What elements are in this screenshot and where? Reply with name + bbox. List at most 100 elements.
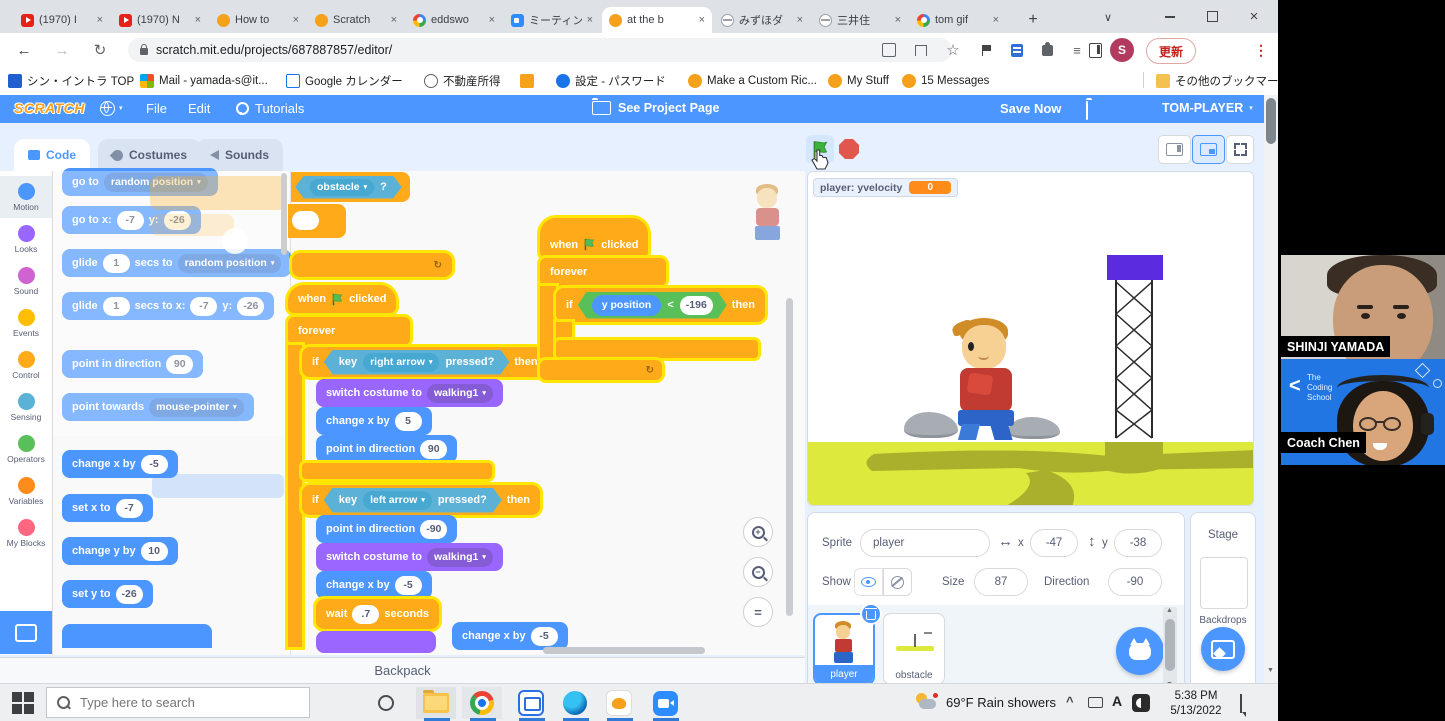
category-events[interactable]: Events xyxy=(0,302,52,344)
category-myblocks[interactable]: My Blocks xyxy=(0,512,52,554)
sprite-name-input[interactable]: player xyxy=(860,529,990,557)
bookmark-star-icon[interactable]: ☆ xyxy=(944,41,962,59)
tab-close-icon[interactable]: × xyxy=(97,14,103,26)
browser-tab-4[interactable]: Scratch× xyxy=(308,7,404,33)
palette-sety-block[interactable]: set y to-26 xyxy=(62,580,153,608)
cortana-button[interactable] xyxy=(376,693,396,713)
tab-code[interactable]: Code xyxy=(14,139,90,171)
start-button[interactable] xyxy=(8,691,38,715)
tab-close-icon[interactable]: × xyxy=(993,14,999,26)
palette-gotoxy-block[interactable]: go to x:-7y:-26 xyxy=(62,206,201,234)
file-explorer-icon[interactable] xyxy=(419,688,453,718)
add-backdrop-button[interactable] xyxy=(1201,627,1245,671)
sprite-list-scrollbar[interactable]: ▲ ▼ xyxy=(1163,607,1177,693)
tray-chevron-icon[interactable]: ^ xyxy=(1066,694,1074,709)
browser-tab-10[interactable]: tom gif× xyxy=(910,7,1006,33)
stop-button[interactable] xyxy=(839,139,859,159)
palette-changey-block[interactable]: change y by10 xyxy=(62,537,178,565)
backpack-bar[interactable]: Backpack xyxy=(0,657,805,683)
switch-costume-block[interactable]: switch costume towalking1▾ xyxy=(316,543,503,571)
url-omnibox[interactable]: scratch.mit.edu/projects/687887857/edito… xyxy=(128,38,952,62)
video-tile-student[interactable]: SHINJI YAMADA xyxy=(1281,255,1445,359)
script-partial-block[interactable] xyxy=(288,204,346,238)
tab-close-icon[interactable]: × xyxy=(293,14,299,26)
y-input[interactable]: -38 xyxy=(1114,529,1162,557)
save-now-button[interactable]: Save Now xyxy=(1000,101,1061,116)
window-maximize-button[interactable] xyxy=(1192,0,1232,33)
translate-icon[interactable] xyxy=(880,41,898,59)
browser-tab-1[interactable]: (1970) I× xyxy=(14,7,110,33)
point-direction-block[interactable]: point in direction90 xyxy=(316,435,457,463)
category-control[interactable]: Control xyxy=(0,344,52,386)
reading-list-icon[interactable] xyxy=(1008,41,1026,59)
back-button[interactable]: ← xyxy=(12,38,36,62)
other-bookmarks[interactable]: その他のブックマーク xyxy=(1156,71,1278,90)
when-flag-clicked-hat[interactable]: when clicked xyxy=(540,218,648,258)
category-operators[interactable]: Operators xyxy=(0,428,52,470)
sprite-card-obstacle[interactable]: obstacle xyxy=(883,613,945,685)
edit-menu[interactable]: Edit xyxy=(188,101,210,116)
page-scrollbar[interactable]: ▼ xyxy=(1264,95,1278,683)
zoom-app-icon[interactable] xyxy=(648,688,682,718)
browser-tab-5[interactable]: eddswo× xyxy=(406,7,502,33)
window-close-button[interactable]: × xyxy=(1234,0,1274,33)
bookmark-item[interactable]: シン・イントラ TOP xyxy=(8,71,134,90)
point-direction-block[interactable]: point in direction-90 xyxy=(316,515,457,543)
profile-avatar[interactable]: S xyxy=(1110,38,1134,62)
palette-goto-block[interactable]: go torandom position▾ xyxy=(62,168,218,196)
new-tab-button[interactable]: + xyxy=(1020,7,1046,33)
workspace-horizontal-scrollbar[interactable] xyxy=(543,647,705,654)
clock[interactable]: 5:38 PM 5/13/2022 xyxy=(1160,689,1232,719)
script-touching-obstacle[interactable]: obstacle▾? xyxy=(291,172,410,202)
browser-tab-8[interactable]: みずほダ× xyxy=(714,7,810,33)
workspace-vertical-scrollbar[interactable] xyxy=(786,298,793,616)
notification-icon[interactable] xyxy=(1240,695,1242,713)
loop-end-block[interactable]: ↻ xyxy=(292,253,452,277)
change-x-block[interactable]: change x by5 xyxy=(316,407,432,435)
palette-partial-block[interactable] xyxy=(62,624,212,648)
zoom-out-button[interactable]: − xyxy=(743,557,773,587)
forever-block[interactable]: forever xyxy=(540,258,666,286)
add-sprite-button[interactable] xyxy=(1116,627,1164,675)
tab-close-icon[interactable]: × xyxy=(895,14,901,26)
category-looks[interactable]: Looks xyxy=(0,218,52,260)
show-button[interactable] xyxy=(854,568,883,596)
touching-obstacle-boolean[interactable]: obstacle▾? xyxy=(295,176,402,199)
y-position-reporter[interactable]: y position xyxy=(592,295,662,316)
reload-button[interactable]: ↻ xyxy=(88,38,112,62)
scratch-app-icon[interactable] xyxy=(602,688,636,718)
taskbar-search[interactable] xyxy=(46,687,310,718)
zoom-reset-button[interactable]: = xyxy=(743,597,773,627)
scroll-up-icon[interactable]: ▲ xyxy=(1166,607,1173,614)
bookmark-item[interactable]: Mail - yamada-s@it... xyxy=(140,71,268,90)
bookmark-item[interactable] xyxy=(520,71,534,90)
bookmark-item[interactable]: 15 Messages xyxy=(902,71,989,90)
tab-close-icon[interactable]: × xyxy=(797,14,803,26)
backdrop-thumbnail[interactable] xyxy=(1200,557,1248,609)
forward-button[interactable]: → xyxy=(50,38,74,62)
media-list-icon[interactable]: ≡ xyxy=(1068,41,1086,59)
switch-costume-block[interactable]: switch costume towalking1▾ xyxy=(316,379,503,407)
forever-block[interactable]: forever xyxy=(288,317,410,345)
chrome-icon[interactable] xyxy=(465,688,499,718)
window-minimize-button[interactable] xyxy=(1150,0,1190,33)
tab-sounds[interactable]: Sounds xyxy=(196,139,283,171)
stage-selector-panel[interactable]: Stage Backdrops xyxy=(1190,512,1256,694)
language-globe-button[interactable]: ▾ xyxy=(100,101,123,116)
scroll-down-icon[interactable]: ▼ xyxy=(1267,667,1274,674)
category-sound[interactable]: Sound xyxy=(0,260,52,302)
x-input[interactable]: -47 xyxy=(1030,529,1078,557)
tab-close-icon[interactable]: × xyxy=(195,14,201,26)
direction-input[interactable]: -90 xyxy=(1108,568,1162,596)
share-icon[interactable] xyxy=(912,41,930,59)
ime-mode-icon[interactable] xyxy=(1132,694,1150,712)
detached-change-x-block[interactable]: change x by-5 xyxy=(452,622,568,650)
palette-changex-block[interactable]: change x by-5 xyxy=(62,450,178,478)
fullscreen-button[interactable] xyxy=(1226,135,1254,164)
tab-close-icon[interactable]: × xyxy=(699,14,705,26)
tab-costumes[interactable]: Costumes xyxy=(98,139,201,171)
if-key-right-block[interactable]: if keyright arrow▾pressed? then xyxy=(302,347,548,377)
when-flag-clicked-hat[interactable]: when clicked xyxy=(288,285,396,313)
bookmark-item[interactable]: Make a Custom Ric... xyxy=(688,71,817,90)
search-input[interactable] xyxy=(78,694,282,711)
